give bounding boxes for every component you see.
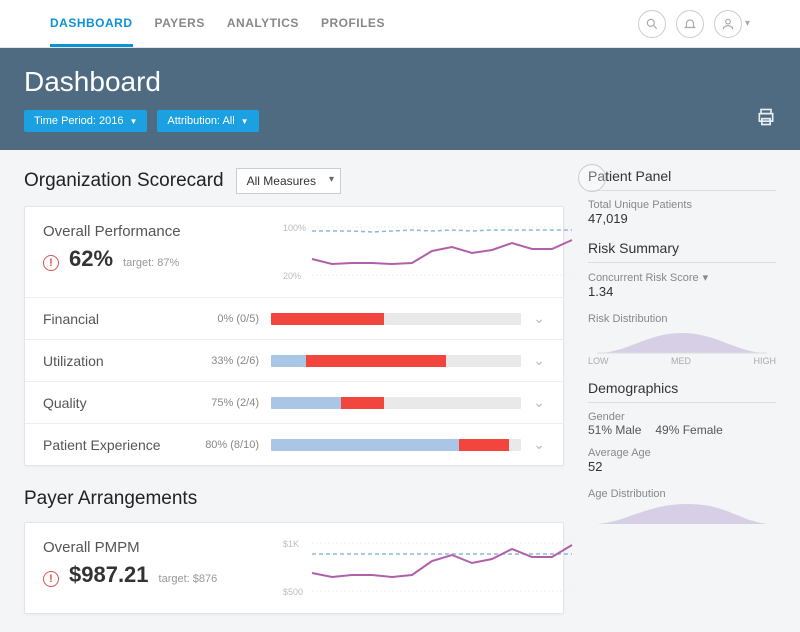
- overall-performance-row: Overall Performance ! 62% target: 87% 10…: [25, 207, 563, 297]
- hero-banner: Dashboard Time Period: 2016▼ Attribution…: [0, 48, 800, 150]
- measure-row-quality[interactable]: Quality 75% (2/4) ⌄: [25, 381, 563, 423]
- demographics-heading: Demographics: [588, 380, 776, 403]
- tab-analytics[interactable]: ANALYTICS: [227, 0, 299, 47]
- pmpm-value: $987.21: [69, 562, 149, 588]
- age-dist-label: Age Distribution: [588, 488, 776, 500]
- pmpm-title: Overall PMPM: [43, 539, 253, 556]
- age-dist-chart: [588, 500, 776, 526]
- avg-age-label: Average Age: [588, 447, 776, 459]
- avg-age-value: 52: [588, 459, 776, 474]
- aside-column: Patient Panel Total Unique Patients 47,0…: [588, 168, 776, 614]
- chevron-down-icon: ⌄: [533, 310, 545, 327]
- gender-values: 51% Male49% Female: [588, 423, 776, 437]
- caret-down-icon: ▾: [745, 18, 750, 29]
- scorecard-heading-row: Organization Scorecard All Measures: [24, 168, 564, 194]
- measure-bar: [271, 439, 521, 451]
- overall-perf-sparkline: 100% 20%: [283, 223, 545, 281]
- payer-card: Overall PMPM ! $987.21 target: $876 $1K …: [24, 522, 564, 614]
- tab-dashboard[interactable]: DASHBOARD: [50, 0, 133, 47]
- measure-count: 80% (8/10): [195, 439, 259, 451]
- filter-row: Time Period: 2016▼ Attribution: All▼: [24, 110, 776, 132]
- measure-bar: [271, 397, 521, 409]
- chevron-down-icon: ▼: [129, 117, 137, 126]
- chevron-down-icon: ▼: [241, 117, 249, 126]
- overall-perf-value: 62%: [69, 246, 113, 272]
- scorecard-card: Overall Performance ! 62% target: 87% 10…: [24, 206, 564, 466]
- filter-attribution[interactable]: Attribution: All▼: [157, 110, 258, 132]
- chevron-down-icon: ▾: [703, 271, 709, 284]
- page-title: Dashboard: [24, 66, 776, 98]
- main-column: Organization Scorecard All Measures Over…: [24, 168, 564, 614]
- profile-menu[interactable]: ▾: [714, 10, 750, 38]
- total-patients-label: Total Unique Patients: [588, 199, 776, 211]
- print-icon[interactable]: [756, 107, 776, 132]
- measure-row-utilization[interactable]: Utilization 33% (2/6) ⌄: [25, 339, 563, 381]
- user-icon: [714, 10, 742, 38]
- measure-count: 0% (0/5): [195, 313, 259, 325]
- measure-label: Utilization: [43, 353, 183, 369]
- gender-label: Gender: [588, 411, 776, 423]
- payer-heading: Payer Arrangements: [24, 488, 564, 510]
- measure-count: 33% (2/6): [195, 355, 259, 367]
- risk-dist-label: Risk Distribution: [588, 313, 776, 325]
- measure-count: 75% (2/4): [195, 397, 259, 409]
- chevron-down-icon: ⌄: [533, 352, 545, 369]
- measure-selector[interactable]: All Measures: [236, 168, 341, 194]
- pmpm-sparkline: $1K $500: [283, 539, 545, 597]
- measure-label: Financial: [43, 311, 183, 327]
- pmpm-target: target: $876: [159, 573, 218, 585]
- overall-perf-title: Overall Performance: [43, 223, 253, 240]
- risk-summary-heading: Risk Summary: [588, 240, 776, 263]
- chevron-down-icon: ⌄: [533, 436, 545, 453]
- filter-time-period[interactable]: Time Period: 2016▼: [24, 110, 147, 132]
- measure-label: Patient Experience: [43, 437, 183, 453]
- total-patients-value: 47,019: [588, 211, 776, 226]
- measure-row-patient-experience[interactable]: Patient Experience 80% (8/10) ⌄: [25, 423, 563, 465]
- measure-bar: [271, 355, 521, 367]
- patient-panel-heading: Patient Panel: [588, 168, 776, 191]
- measure-bar: [271, 313, 521, 325]
- measure-row-financial[interactable]: Financial 0% (0/5) ⌄: [25, 297, 563, 339]
- scorecard-heading: Organization Scorecard: [24, 170, 224, 192]
- alert-icon: !: [43, 255, 59, 271]
- chevron-down-icon: ⌄: [533, 394, 545, 411]
- top-nav: DASHBOARD PAYERS ANALYTICS PROFILES ▾: [0, 0, 800, 48]
- search-icon[interactable]: [638, 10, 666, 38]
- risk-score-value: 1.34: [588, 284, 776, 299]
- overall-perf-target: target: 87%: [123, 257, 179, 269]
- risk-dist-axis: LOWMEDHIGH: [588, 356, 776, 366]
- tab-payers[interactable]: PAYERS: [155, 0, 205, 47]
- cursor-indicator: [578, 164, 606, 192]
- bell-icon[interactable]: [676, 10, 704, 38]
- risk-score-selector[interactable]: Concurrent Risk Score▾: [588, 271, 776, 284]
- measure-label: Quality: [43, 395, 183, 411]
- nav-tabs: DASHBOARD PAYERS ANALYTICS PROFILES: [50, 0, 638, 47]
- risk-dist-chart: [588, 325, 776, 355]
- alert-icon: !: [43, 571, 59, 587]
- nav-icons: ▾: [638, 10, 750, 38]
- tab-profiles[interactable]: PROFILES: [321, 0, 385, 47]
